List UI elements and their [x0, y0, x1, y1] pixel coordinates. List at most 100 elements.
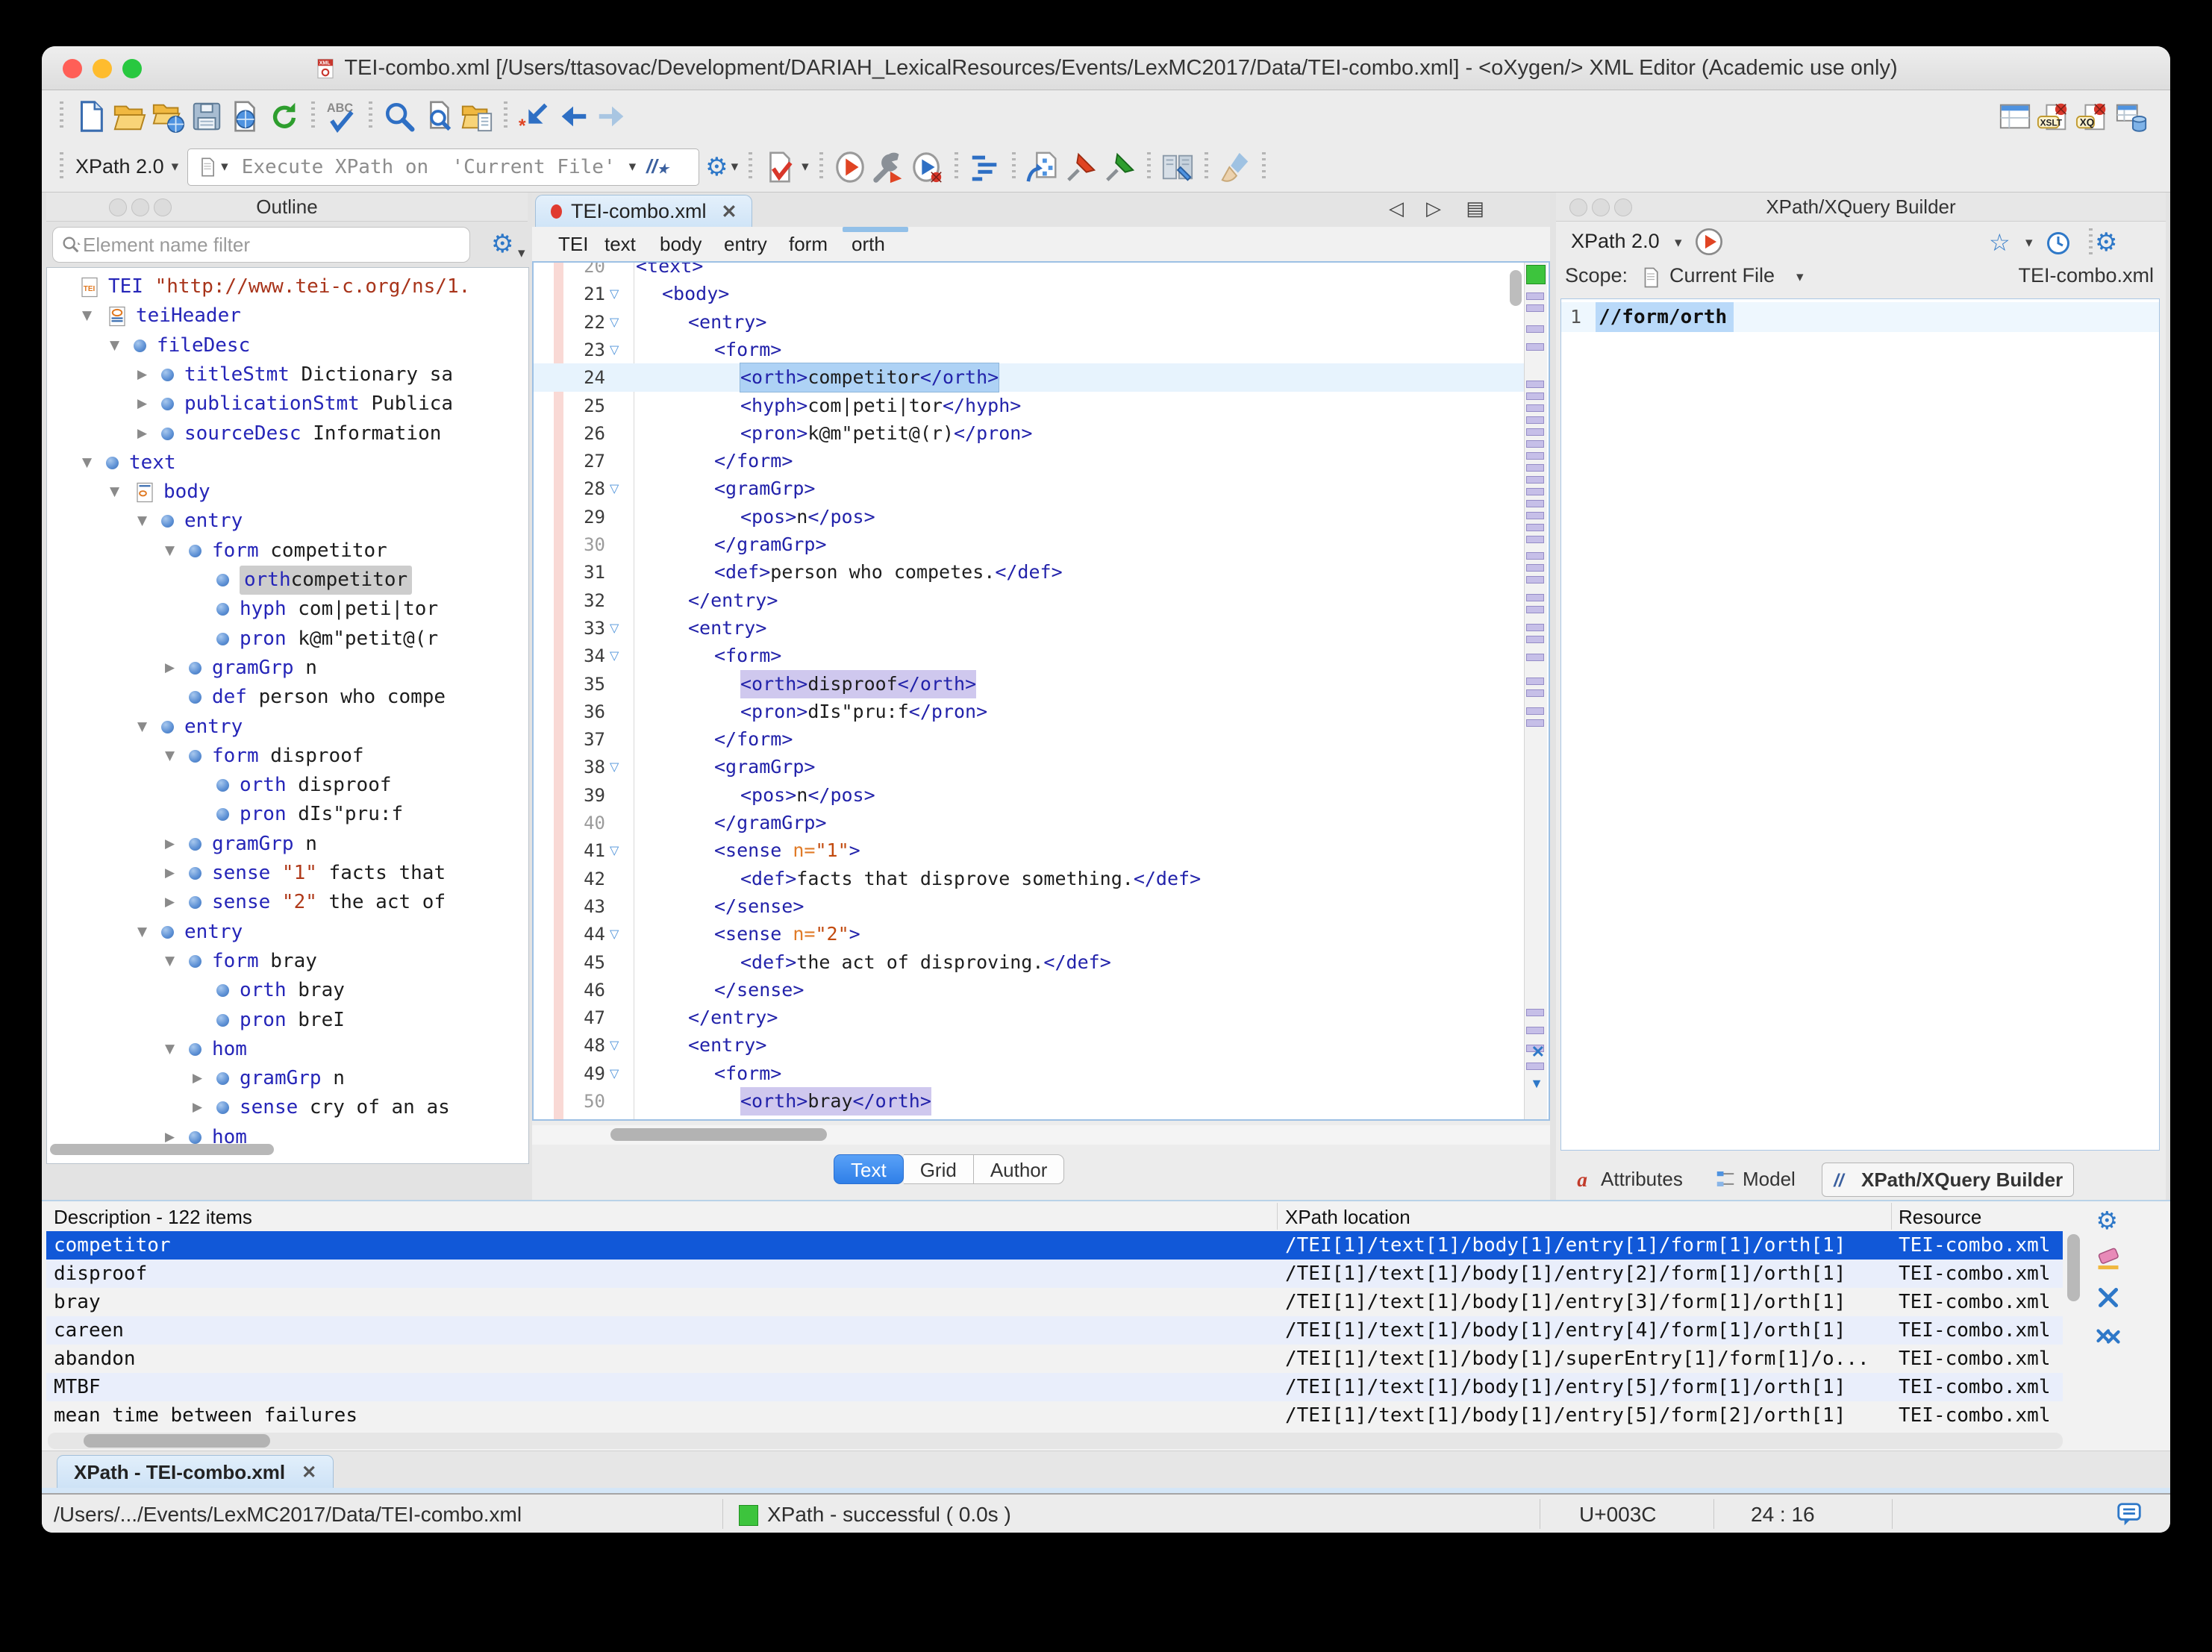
execute-xpath-button[interactable]: [1694, 227, 1724, 257]
search-match-marker[interactable]: [1526, 343, 1544, 351]
editor-list-icon[interactable]: ▤: [1466, 197, 1484, 220]
outline-tree-item[interactable]: ▶sense cry of an as: [193, 1093, 450, 1122]
chevron-down-icon[interactable]: ▾: [518, 245, 525, 262]
code-editor[interactable]: 20<text>21▽<body>22▽<entry>23▽<form>24<o…: [532, 261, 1550, 1121]
xpath-settings-gear-icon[interactable]: ⚙: [705, 154, 728, 180]
tree-toggle-icon[interactable]: ▼: [165, 742, 189, 771]
view-button-author[interactable]: Author: [974, 1154, 1065, 1184]
validate-button[interactable]: [760, 148, 799, 187]
outline-tree-item[interactable]: ▼hom: [165, 1035, 247, 1064]
tree-toggle-icon[interactable]: ▼: [165, 1035, 189, 1064]
result-row[interactable]: careen/TEI[1]/text[1]/body[1]/entry[4]/f…: [46, 1316, 2063, 1345]
xpath-expression-text[interactable]: //form/orth: [1599, 302, 1727, 332]
debug-xquery-button[interactable]: XQ: [2073, 97, 2112, 136]
outline-tree-item[interactable]: ▼text: [82, 448, 176, 478]
tree-toggle-icon[interactable]: ▶: [165, 1123, 189, 1152]
tree-toggle-icon[interactable]: ▶: [165, 830, 189, 859]
tree-toggle-icon[interactable]: ▼: [82, 301, 106, 331]
tree-toggle-icon[interactable]: ▼: [137, 918, 161, 947]
code-line-42[interactable]: 42<def>facts that disprove something.</d…: [534, 865, 1526, 893]
outline-tree-item[interactable]: orth competitor: [193, 566, 412, 595]
xpath-results-tab[interactable]: XPath - TEI-combo.xml ✕: [57, 1455, 334, 1489]
breadcrumb-item-entry[interactable]: entry: [724, 233, 767, 256]
xpath-expression-combo[interactable]: ▾ Execute XPath on 'Current File' ▾ //★: [187, 148, 699, 186]
code-line-40[interactable]: 40</gramGrp>: [534, 809, 1526, 837]
xpath-expression-editor[interactable]: 1 //form/orth: [1560, 298, 2160, 1151]
builder-engine-selector[interactable]: XPath 2.0: [1571, 230, 1660, 253]
outline-tree-item[interactable]: orth disproof: [193, 771, 392, 800]
validation-ok-icon[interactable]: [1526, 265, 1546, 284]
outline-tree-item[interactable]: ▶hom: [165, 1123, 247, 1152]
fold-toggle-icon[interactable]: ▽: [610, 280, 619, 308]
remove-all-icon[interactable]: [2091, 1319, 2125, 1354]
fold-toggle-icon[interactable]: ▽: [610, 753, 619, 781]
chevron-down-icon[interactable]: ▾: [1675, 234, 1682, 251]
code-line-21[interactable]: 21▽<body>: [534, 280, 1526, 308]
tree-toggle-icon[interactable]: ▶: [165, 654, 189, 683]
code-line-37[interactable]: 37</form>: [534, 725, 1526, 754]
search-match-marker[interactable]: [1526, 464, 1544, 472]
code-line-41[interactable]: 41▽<sense n="1">: [534, 836, 1526, 865]
results-horizontal-scrollbar[interactable]: [48, 1433, 2063, 1449]
fold-toggle-icon[interactable]: ▽: [610, 920, 619, 948]
outline-tree-item[interactable]: ▼fileDesc: [110, 331, 250, 360]
code-line-26[interactable]: 26<pron>k@m"petit@(r)</pron>: [534, 419, 1526, 448]
tree-toggle-icon[interactable]: ▶: [193, 1064, 216, 1093]
pin-green-button[interactable]: [1101, 148, 1140, 187]
new-document-button[interactable]: [71, 97, 110, 136]
breadcrumb-item-text[interactable]: text: [604, 233, 636, 256]
go-to-last-edit-button[interactable]: *: [515, 97, 554, 136]
panel-button[interactable]: [154, 198, 172, 216]
tree-toggle-icon[interactable]: ▶: [165, 888, 189, 917]
remove-icon[interactable]: [2091, 1280, 2125, 1315]
code-line-29[interactable]: 29<pos>n</pos>: [534, 503, 1526, 531]
chevron-down-icon[interactable]: ▾: [802, 158, 809, 175]
column-separator[interactable]: [1277, 1203, 1278, 1230]
debug-transformation-button[interactable]: [908, 148, 947, 187]
results-column-description[interactable]: Description - 122 items: [54, 1204, 1263, 1230]
code-line-36[interactable]: 36<pron>dIs"pru:f</pron>: [534, 698, 1526, 726]
outline-panel-header[interactable]: Outline: [46, 193, 528, 222]
history-clock-icon[interactable]: [2045, 230, 2072, 257]
outline-tree-item[interactable]: pron k@m"petit@(r: [193, 625, 438, 654]
search-match-marker[interactable]: [1526, 500, 1544, 507]
tree-toggle-icon[interactable]: ▼: [110, 331, 134, 360]
format-indent-button[interactable]: [966, 148, 1005, 187]
code-line-24[interactable]: 24<orth>competitor</orth>: [534, 363, 1526, 392]
breadcrumb-item-orth[interactable]: orth: [852, 233, 885, 256]
element-filter-input[interactable]: [81, 233, 462, 257]
results-column-xpath[interactable]: XPath location: [1285, 1204, 1882, 1230]
builder-panel-header[interactable]: XPath/XQuery Builder: [1556, 193, 2166, 222]
forward-button[interactable]: [593, 97, 631, 136]
search-match-marker[interactable]: [1526, 1027, 1544, 1034]
tree-toggle-icon[interactable]: ▼: [82, 448, 106, 478]
outline-tree-item[interactable]: orth bray: [193, 976, 345, 1005]
search-match-marker[interactable]: [1526, 536, 1544, 543]
search-match-marker[interactable]: [1526, 381, 1544, 388]
search-match-marker[interactable]: [1526, 624, 1544, 631]
outline-tree-item[interactable]: ▼entry: [137, 713, 243, 742]
code-line-28[interactable]: 28▽<gramGrp>: [534, 475, 1526, 503]
outline-settings-gear-icon[interactable]: ⚙: [491, 231, 513, 257]
code-line-35[interactable]: 35<orth>disproof</orth>: [534, 670, 1526, 698]
code-line-25[interactable]: 25<hyph>com|peti|tor</hyph>: [534, 392, 1526, 420]
outline-tree-item[interactable]: ▶sense "1" facts that: [165, 859, 446, 888]
find-button[interactable]: [380, 97, 419, 136]
tree-toggle-icon[interactable]: ▶: [165, 859, 189, 888]
close-tab-icon[interactable]: ✕: [722, 201, 737, 223]
fold-toggle-icon[interactable]: ▽: [610, 336, 619, 364]
column-separator[interactable]: [1891, 1203, 1892, 1230]
search-match-marker[interactable]: [1526, 654, 1544, 661]
results-column-resource[interactable]: Resource: [1899, 1204, 2055, 1230]
previous-editor-icon[interactable]: ◁: [1389, 197, 1404, 220]
fold-toggle-icon[interactable]: ▽: [610, 1031, 619, 1060]
outline-tree-item[interactable]: pron breI: [193, 1006, 345, 1035]
code-line-43[interactable]: 43</sense>: [534, 892, 1526, 921]
search-match-marker[interactable]: [1526, 292, 1544, 300]
panel-button[interactable]: [131, 198, 149, 216]
search-match-marker[interactable]: [1526, 392, 1544, 400]
result-row[interactable]: MTBF/TEI[1]/text[1]/body[1]/entry[5]/for…: [46, 1373, 2063, 1401]
fold-toggle-icon[interactable]: ▽: [610, 475, 619, 503]
tree-toggle-icon[interactable]: ▼: [137, 713, 161, 742]
chevron-down-icon[interactable]: ▾: [2025, 234, 2033, 251]
